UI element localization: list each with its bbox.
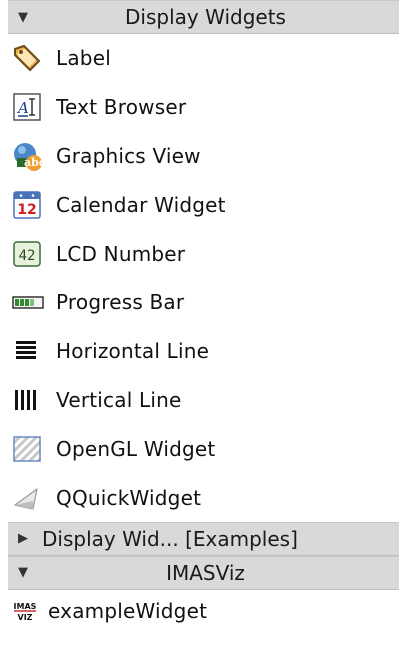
- imasviz-bottom-text: VIZ: [18, 613, 33, 622]
- graphics-view-icon: abc: [8, 140, 56, 172]
- text-browser-icon: A: [8, 92, 56, 122]
- lcd-digits-text: 42: [19, 248, 36, 264]
- widget-item-name: OpenGL Widget: [56, 436, 216, 461]
- widget-item-lcd-number[interactable]: 42 LCD Number: [8, 229, 399, 278]
- chevron-down-icon: ▼: [18, 9, 28, 25]
- widget-item-name: exampleWidget: [48, 598, 208, 623]
- widget-box-panel: ▼ Display Widgets Label A Text Browser a…: [0, 0, 399, 649]
- widget-item-name: Graphics View: [56, 143, 201, 168]
- calendar-day-text: 12: [17, 202, 36, 218]
- section-header-display-widgets[interactable]: ▼ Display Widgets: [8, 0, 399, 34]
- horizontal-line-icon: [8, 336, 56, 366]
- widget-item-name: Calendar Widget: [56, 192, 226, 217]
- svg-text:A: A: [16, 99, 29, 117]
- widget-item-opengl-widget[interactable]: OpenGL Widget: [8, 424, 399, 473]
- widget-item-label[interactable]: Label: [8, 34, 399, 83]
- chevron-right-icon: ▶: [18, 531, 28, 547]
- imasviz-top-text: IMAS: [14, 602, 37, 611]
- widget-item-name: QQuickWidget: [56, 485, 202, 510]
- chevron-down-icon: ▼: [18, 565, 28, 581]
- progress-bar-icon: [8, 287, 56, 317]
- label-tag-icon: [8, 43, 56, 73]
- qquickwidget-icon: [8, 483, 56, 513]
- widget-item-name: LCD Number: [56, 241, 186, 266]
- widget-item-name: Vertical Line: [56, 387, 182, 412]
- widget-item-progress-bar[interactable]: Progress Bar: [8, 278, 399, 327]
- section-header-display-widgets-examples[interactable]: ▶ Display Wid... [Examples]: [8, 521, 399, 556]
- widget-item-text-browser[interactable]: A Text Browser: [8, 83, 399, 132]
- lcd-number-icon: 42: [8, 239, 56, 269]
- svg-text:abc: abc: [24, 156, 44, 169]
- widget-item-name: Label: [56, 46, 111, 71]
- vertical-line-icon: [8, 385, 56, 415]
- widget-item-name: Horizontal Line: [56, 339, 210, 364]
- section-header-imasviz[interactable]: ▼ IMASViz: [8, 555, 399, 590]
- widget-item-examplewidget[interactable]: IMAS VIZ exampleWidget: [8, 590, 399, 632]
- widget-item-vertical-line[interactable]: Vertical Line: [8, 376, 399, 425]
- imasviz-icon: IMAS VIZ: [8, 599, 48, 623]
- section-title: IMASViz: [166, 560, 245, 585]
- widget-item-horizontal-line[interactable]: Horizontal Line: [8, 327, 399, 376]
- widget-item-name: Text Browser: [56, 95, 187, 120]
- section-title: Display Wid... [Examples]: [42, 526, 298, 551]
- calendar-icon: 12: [8, 190, 56, 220]
- section-title: Display Widgets: [125, 5, 286, 29]
- widget-item-qquickwidget[interactable]: QQuickWidget: [8, 473, 399, 522]
- widget-item-calendar-widget[interactable]: 12 Calendar Widget: [8, 180, 399, 229]
- widget-item-name: Progress Bar: [56, 290, 185, 315]
- opengl-widget-icon: [8, 434, 56, 464]
- widget-item-graphics-view[interactable]: abc Graphics View: [8, 132, 399, 181]
